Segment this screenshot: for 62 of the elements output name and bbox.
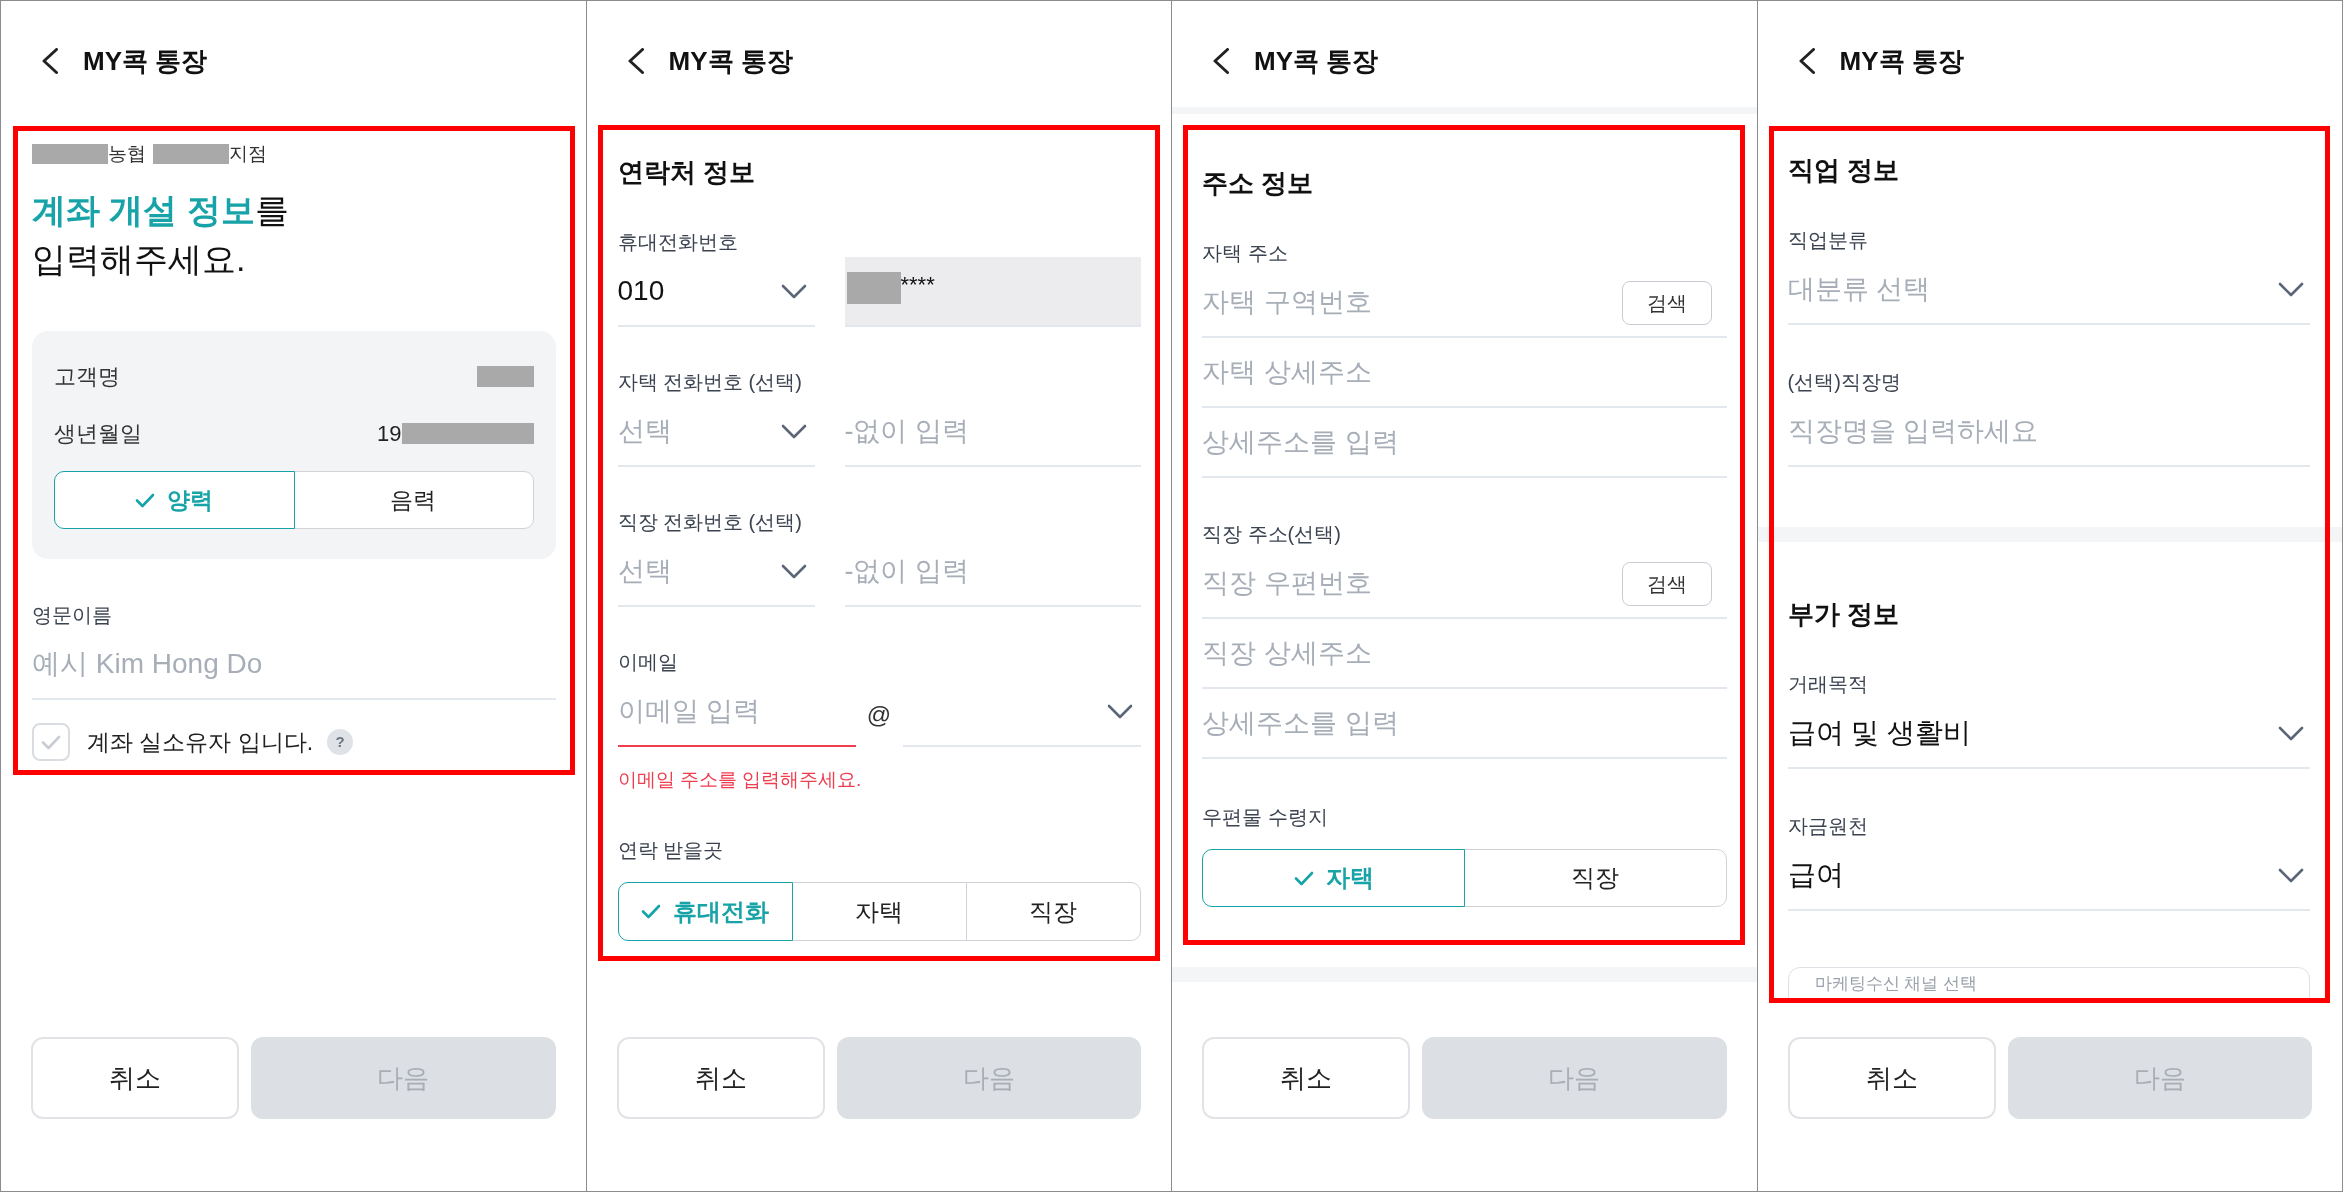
screen-title: MY콕 통장 xyxy=(83,45,208,78)
field-label: 이메일 xyxy=(617,650,679,675)
field-label: 자택 전화번호 (선택) xyxy=(617,370,803,395)
page-heading: 계좌 개설 정보를 입력해주세요. xyxy=(32,190,290,280)
info-label: 생년월일 xyxy=(54,419,142,448)
cancel-button[interactable]: 취소 xyxy=(616,1037,825,1119)
section-title: 연락처 정보 xyxy=(617,156,756,189)
check-icon xyxy=(41,734,61,750)
screen-title: MY콕 통장 xyxy=(668,45,793,78)
field-label: 거래목적 xyxy=(1787,672,1869,697)
chevron-down-icon xyxy=(780,423,807,439)
back-icon[interactable] xyxy=(1797,48,1816,74)
chevron-down-icon xyxy=(2278,725,2304,741)
chevron-down-icon xyxy=(1107,703,1133,719)
branch-text: 농협 xyxy=(108,144,146,164)
chevron-down-icon xyxy=(780,283,807,299)
info-value: 19 xyxy=(377,419,402,448)
search-button[interactable]: 검색 xyxy=(1621,281,1712,325)
section-title: 주소 정보 xyxy=(1202,167,1315,200)
checkbox-label: 계좌 실소유자 입니다. xyxy=(87,727,314,757)
info-label: 고객명 xyxy=(54,362,120,391)
field-label: 직장 전화번호 (선택) xyxy=(617,510,803,535)
screen-title: MY콕 통장 xyxy=(1839,45,1964,78)
back-icon[interactable] xyxy=(41,48,59,74)
field-label: 자택 주소 xyxy=(1202,241,1289,266)
search-button[interactable]: 검색 xyxy=(1621,562,1712,606)
area-code-select[interactable]: 010 xyxy=(617,257,815,327)
section-title: 부가 정보 xyxy=(1787,598,1900,631)
field-label: 연락 받을곳 xyxy=(617,838,725,863)
branch-text: 지점 xyxy=(229,144,267,164)
check-icon xyxy=(641,904,662,919)
field-label: 자금원천 xyxy=(1787,814,1869,839)
field-label: 직업분류 xyxy=(1787,228,1869,253)
check-icon xyxy=(1293,870,1314,886)
chevron-down-icon xyxy=(780,563,807,579)
help-button[interactable]: ? xyxy=(327,729,354,755)
back-icon[interactable] xyxy=(626,48,645,74)
error-message: 이메일 주소를 입력해주세요. xyxy=(617,768,863,792)
segment-option[interactable]: 자택 xyxy=(791,882,967,941)
segment-option[interactable]: 음력 xyxy=(293,471,534,529)
english-name-input[interactable]: 예시 Kim Hong Do xyxy=(32,630,556,700)
field-label: 휴대전화번호 xyxy=(617,230,739,255)
back-icon[interactable] xyxy=(1212,48,1230,74)
field-label: 영문이름 xyxy=(32,603,113,628)
cancel-button[interactable]: 취소 xyxy=(1202,1037,1410,1119)
cancel-button[interactable]: 취소 xyxy=(1787,1037,1996,1119)
chevron-down-icon xyxy=(2278,281,2304,297)
screen-title: MY콕 통장 xyxy=(1254,45,1379,78)
segment-option[interactable]: 직장 xyxy=(1463,849,1727,907)
dropdown-select[interactable]: 급여 xyxy=(1787,841,2310,911)
field-label: (선택)직장명 xyxy=(1787,370,1902,395)
at-sign: @ xyxy=(865,700,893,730)
checkbox[interactable] xyxy=(32,723,70,761)
check-icon xyxy=(135,492,156,508)
section-title: 직업 정보 xyxy=(1787,154,1900,187)
chevron-down-icon xyxy=(2278,867,2304,883)
cancel-button[interactable]: 취소 xyxy=(31,1037,239,1119)
field-label: 우편물 수령지 xyxy=(1202,805,1329,830)
dropdown-select[interactable]: 급여 및 생활비 xyxy=(1787,699,2310,769)
segment-option[interactable]: 직장 xyxy=(965,882,1141,941)
field-label: 직장 주소(선택) xyxy=(1202,522,1342,547)
phone-number-field[interactable]: **** xyxy=(844,257,1141,327)
